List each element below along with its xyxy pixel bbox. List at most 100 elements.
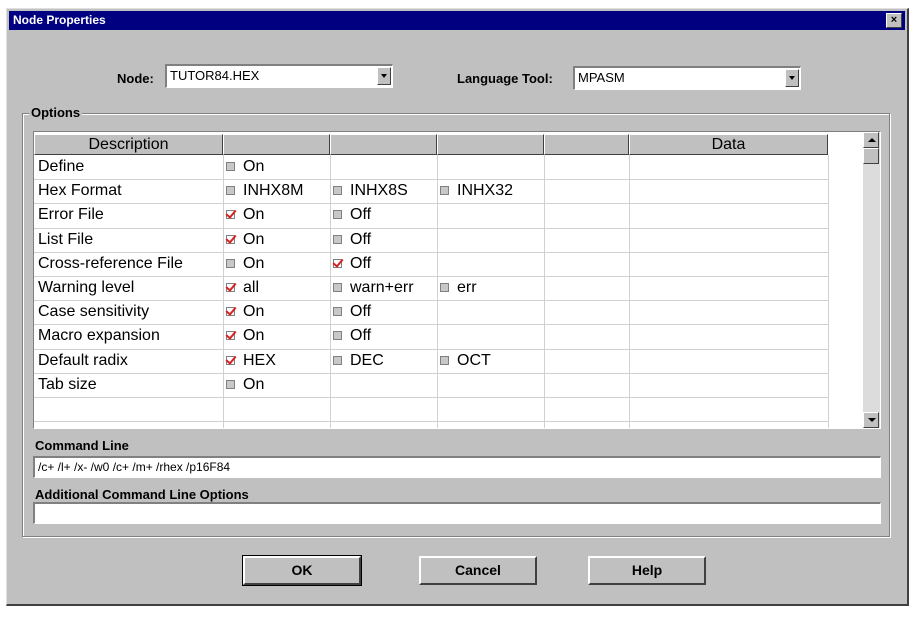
unchecked-checkbox-icon[interactable] xyxy=(226,379,235,389)
checked-checkbox-icon[interactable] xyxy=(226,210,235,220)
checked-checkbox-icon[interactable] xyxy=(226,331,235,341)
row-description: List File xyxy=(38,230,94,248)
option-checkbox[interactable]: On xyxy=(226,228,264,252)
unchecked-checkbox-icon[interactable] xyxy=(333,234,342,244)
node-combobox[interactable]: TUTOR84.HEX xyxy=(165,64,393,88)
unchecked-checkbox-icon[interactable] xyxy=(333,307,342,317)
option-label: all xyxy=(243,279,260,296)
option-checkbox[interactable]: On xyxy=(226,300,264,324)
option-checkbox[interactable]: Off xyxy=(333,324,371,348)
unchecked-checkbox-icon[interactable] xyxy=(226,186,235,196)
option-label: On xyxy=(243,254,265,272)
option-checkbox[interactable]: DEC xyxy=(333,349,384,373)
option-label: Off xyxy=(350,230,372,248)
option-label: On xyxy=(243,206,265,224)
grid-column-divider xyxy=(544,155,545,428)
scroll-thumb[interactable] xyxy=(863,148,879,164)
grid-row-divider xyxy=(34,372,828,374)
option-label: DEC xyxy=(350,351,384,369)
option-checkbox[interactable]: OCT xyxy=(440,349,491,373)
grid-column-divider xyxy=(223,155,224,428)
grid-row-divider xyxy=(34,348,828,350)
column-header-description[interactable]: Description xyxy=(34,134,223,155)
option-checkbox[interactable]: On xyxy=(226,203,264,227)
ok-button[interactable]: OK xyxy=(242,555,362,586)
help-button[interactable]: Help xyxy=(588,556,706,585)
column-header-option-1[interactable] xyxy=(223,134,330,155)
option-checkbox[interactable]: INHX8S xyxy=(333,179,408,203)
grid-row-divider xyxy=(34,300,828,302)
checked-checkbox-icon[interactable] xyxy=(226,283,235,292)
option-label: INHX32 xyxy=(457,182,514,200)
option-label: OCT xyxy=(457,351,491,369)
option-label: Off xyxy=(350,303,372,321)
option-label: HEX xyxy=(243,351,276,369)
node-value: TUTOR84.HEX xyxy=(170,68,260,83)
option-checkbox[interactable]: Off xyxy=(333,228,371,252)
option-label: INHX8M xyxy=(243,182,304,200)
language-tool-label: Language Tool: xyxy=(457,71,553,86)
column-header-option-4[interactable] xyxy=(544,134,629,155)
scroll-up-icon[interactable] xyxy=(863,132,879,148)
row-description: Macro expansion xyxy=(38,327,160,345)
option-checkbox[interactable]: err xyxy=(440,276,477,300)
additional-options-field[interactable] xyxy=(33,502,881,524)
unchecked-checkbox-icon[interactable] xyxy=(333,186,342,196)
option-label: On xyxy=(243,158,265,175)
unchecked-checkbox-icon[interactable] xyxy=(333,355,342,365)
option-label: Off xyxy=(350,206,372,224)
node-label: Node: xyxy=(117,71,154,86)
option-label: err xyxy=(457,279,477,296)
option-label: warn+err xyxy=(350,279,414,296)
additional-options-label: Additional Command Line Options xyxy=(35,487,249,502)
option-checkbox[interactable]: On xyxy=(226,252,264,276)
option-checkbox[interactable]: HEX xyxy=(226,349,276,373)
grid-row-divider xyxy=(34,203,828,205)
language-tool-combobox[interactable]: MPASM xyxy=(573,66,801,90)
option-checkbox[interactable]: Off xyxy=(333,300,371,324)
close-icon[interactable]: × xyxy=(886,13,902,28)
checked-checkbox-icon[interactable] xyxy=(333,258,342,268)
unchecked-checkbox-icon[interactable] xyxy=(333,210,342,220)
options-label: Options xyxy=(29,105,83,120)
column-header-option-3[interactable] xyxy=(437,134,544,155)
options-grid: Description Data Define On Hex Format INHX8… xyxy=(33,131,881,429)
option-label: On xyxy=(243,327,265,345)
option-checkbox[interactable]: On xyxy=(226,373,264,397)
row-description: Warning level xyxy=(38,279,135,296)
chevron-down-icon[interactable] xyxy=(377,67,391,85)
checked-checkbox-icon[interactable] xyxy=(226,234,235,244)
checked-checkbox-icon[interactable] xyxy=(226,355,235,365)
checked-checkbox-icon[interactable] xyxy=(226,307,235,317)
grid-row-divider xyxy=(34,397,828,398)
vertical-scrollbar[interactable] xyxy=(863,132,880,428)
option-checkbox[interactable]: all xyxy=(226,276,259,300)
scroll-down-icon[interactable] xyxy=(863,412,879,428)
grid-row-divider xyxy=(34,179,828,181)
option-checkbox[interactable]: On xyxy=(226,155,264,179)
unchecked-checkbox-icon[interactable] xyxy=(440,186,449,196)
row-description: Cross-reference File xyxy=(38,254,183,272)
row-description: Case sensitivity xyxy=(38,303,150,321)
option-label: On xyxy=(243,375,265,393)
unchecked-checkbox-icon[interactable] xyxy=(440,355,449,365)
column-header-data[interactable]: Data xyxy=(629,134,828,155)
option-checkbox[interactable]: warn+err xyxy=(333,276,414,300)
cancel-button[interactable]: Cancel xyxy=(419,556,537,585)
grid-row-divider xyxy=(34,227,828,229)
column-header-option-2[interactable] xyxy=(330,134,437,155)
row-description: Default radix xyxy=(38,351,128,369)
unchecked-checkbox-icon[interactable] xyxy=(333,283,342,292)
option-checkbox[interactable]: INHX8M xyxy=(226,179,303,203)
option-checkbox[interactable]: Off xyxy=(333,203,371,227)
unchecked-checkbox-icon[interactable] xyxy=(440,283,449,292)
option-checkbox[interactable]: On xyxy=(226,324,264,348)
option-checkbox[interactable]: Off xyxy=(333,252,371,276)
chevron-down-icon[interactable] xyxy=(785,69,799,87)
unchecked-checkbox-icon[interactable] xyxy=(226,162,235,171)
option-checkbox[interactable]: INHX32 xyxy=(440,179,513,203)
unchecked-checkbox-icon[interactable] xyxy=(226,258,235,268)
dialog-title: Node Properties xyxy=(13,13,106,27)
command-line-field[interactable]: /c+ /l+ /x- /w0 /c+ /m+ /rhex /p16F84 xyxy=(33,456,881,478)
unchecked-checkbox-icon[interactable] xyxy=(333,331,342,341)
